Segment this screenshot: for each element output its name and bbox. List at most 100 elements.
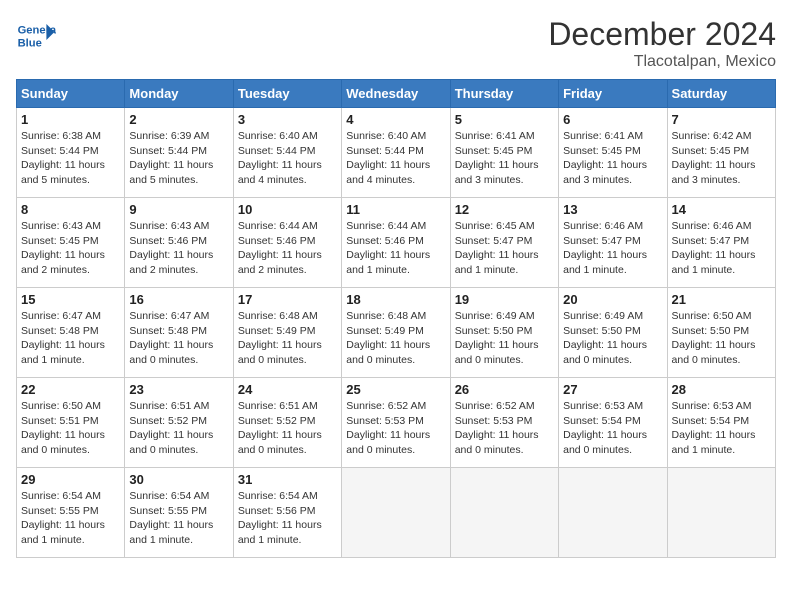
- day-number: 24: [238, 382, 337, 397]
- day-info: Sunrise: 6:54 AMSunset: 5:55 PMDaylight:…: [21, 489, 120, 548]
- day-number: 17: [238, 292, 337, 307]
- day-info: Sunrise: 6:52 AMSunset: 5:53 PMDaylight:…: [455, 399, 554, 458]
- day-number: 2: [129, 112, 228, 127]
- day-info: Sunrise: 6:45 AMSunset: 5:47 PMDaylight:…: [455, 219, 554, 278]
- day-header-sunday: Sunday: [17, 80, 125, 108]
- calendar-cell: [667, 468, 775, 558]
- day-number: 5: [455, 112, 554, 127]
- day-info: Sunrise: 6:46 AMSunset: 5:47 PMDaylight:…: [672, 219, 771, 278]
- day-info: Sunrise: 6:50 AMSunset: 5:51 PMDaylight:…: [21, 399, 120, 458]
- logo: General Blue: [16, 16, 60, 56]
- day-info: Sunrise: 6:49 AMSunset: 5:50 PMDaylight:…: [563, 309, 662, 368]
- day-header-wednesday: Wednesday: [342, 80, 450, 108]
- calendar-cell: 25 Sunrise: 6:52 AMSunset: 5:53 PMDayligh…: [342, 378, 450, 468]
- calendar-cell: 9 Sunrise: 6:43 AMSunset: 5:46 PMDaylight…: [125, 198, 233, 288]
- day-number: 3: [238, 112, 337, 127]
- day-number: 21: [672, 292, 771, 307]
- calendar-cell: 1 Sunrise: 6:38 AMSunset: 5:44 PMDaylight…: [17, 108, 125, 198]
- day-info: Sunrise: 6:39 AMSunset: 5:44 PMDaylight:…: [129, 129, 228, 188]
- day-number: 9: [129, 202, 228, 217]
- day-info: Sunrise: 6:41 AMSunset: 5:45 PMDaylight:…: [455, 129, 554, 188]
- calendar-cell: 6Sunrise: 6:41 AMSunset: 5:45 PMDaylight…: [559, 108, 667, 198]
- day-info: Sunrise: 6:52 AMSunset: 5:53 PMDaylight:…: [346, 399, 445, 458]
- day-header-saturday: Saturday: [667, 80, 775, 108]
- calendar-cell: 22 Sunrise: 6:50 AMSunset: 5:51 PMDayligh…: [17, 378, 125, 468]
- day-number: 14: [672, 202, 771, 217]
- calendar-cell: 24 Sunrise: 6:51 AMSunset: 5:52 PMDayligh…: [233, 378, 341, 468]
- calendar-header-row: SundayMondayTuesdayWednesdayThursdayFrid…: [17, 80, 776, 108]
- day-number: 12: [455, 202, 554, 217]
- day-info: Sunrise: 6:47 AMSunset: 5:48 PMDaylight:…: [21, 309, 120, 368]
- day-header-thursday: Thursday: [450, 80, 558, 108]
- calendar-week-2: 8Sunrise: 6:43 AMSunset: 5:45 PMDaylight…: [17, 198, 776, 288]
- calendar-cell: 14 Sunrise: 6:46 AMSunset: 5:47 PMDayligh…: [667, 198, 775, 288]
- day-number: 8: [21, 202, 120, 217]
- calendar-cell: 17 Sunrise: 6:48 AMSunset: 5:49 PMDayligh…: [233, 288, 341, 378]
- calendar-cell: 2 Sunrise: 6:39 AMSunset: 5:44 PMDaylight…: [125, 108, 233, 198]
- day-info: Sunrise: 6:51 AMSunset: 5:52 PMDaylight:…: [129, 399, 228, 458]
- calendar-cell: 7 Sunrise: 6:42 AMSunset: 5:45 PMDaylight…: [667, 108, 775, 198]
- calendar-cell: 4 Sunrise: 6:40 AMSunset: 5:44 PMDaylight…: [342, 108, 450, 198]
- day-number: 26: [455, 382, 554, 397]
- calendar-cell: 31Sunrise: 6:54 AMSunset: 5:56 PMDayligh…: [233, 468, 341, 558]
- day-info: Sunrise: 6:38 AMSunset: 5:44 PMDaylight:…: [21, 129, 120, 188]
- day-header-friday: Friday: [559, 80, 667, 108]
- day-number: 31: [238, 472, 337, 487]
- day-info: Sunrise: 6:44 AMSunset: 5:46 PMDaylight:…: [238, 219, 337, 278]
- day-info: Sunrise: 6:49 AMSunset: 5:50 PMDaylight:…: [455, 309, 554, 368]
- calendar-cell: 11 Sunrise: 6:44 AMSunset: 5:46 PMDayligh…: [342, 198, 450, 288]
- day-number: 23: [129, 382, 228, 397]
- day-info: Sunrise: 6:42 AMSunset: 5:45 PMDaylight:…: [672, 129, 771, 188]
- day-number: 19: [455, 292, 554, 307]
- calendar-week-5: 29Sunrise: 6:54 AMSunset: 5:55 PMDayligh…: [17, 468, 776, 558]
- calendar-cell: [342, 468, 450, 558]
- title-area: December 2024 Tlacotalpan, Mexico: [548, 16, 776, 71]
- day-info: Sunrise: 6:40 AMSunset: 5:44 PMDaylight:…: [346, 129, 445, 188]
- day-info: Sunrise: 6:48 AMSunset: 5:49 PMDaylight:…: [238, 309, 337, 368]
- day-number: 15: [21, 292, 120, 307]
- calendar-cell: 26 Sunrise: 6:52 AMSunset: 5:53 PMDayligh…: [450, 378, 558, 468]
- day-header-monday: Monday: [125, 80, 233, 108]
- day-info: Sunrise: 6:41 AMSunset: 5:45 PMDaylight:…: [563, 129, 662, 188]
- calendar-cell: 3Sunrise: 6:40 AMSunset: 5:44 PMDaylight…: [233, 108, 341, 198]
- day-number: 27: [563, 382, 662, 397]
- calendar-cell: 23 Sunrise: 6:51 AMSunset: 5:52 PMDayligh…: [125, 378, 233, 468]
- calendar-table: SundayMondayTuesdayWednesdayThursdayFrid…: [16, 79, 776, 558]
- location-title: Tlacotalpan, Mexico: [548, 53, 776, 71]
- day-number: 22: [21, 382, 120, 397]
- day-number: 13: [563, 202, 662, 217]
- calendar-cell: 12 Sunrise: 6:45 AMSunset: 5:47 PMDayligh…: [450, 198, 558, 288]
- calendar-cell: 5 Sunrise: 6:41 AMSunset: 5:45 PMDaylight…: [450, 108, 558, 198]
- day-number: 18: [346, 292, 445, 307]
- calendar-cell: 28 Sunrise: 6:53 AMSunset: 5:54 PMDayligh…: [667, 378, 775, 468]
- calendar-cell: 15 Sunrise: 6:47 AMSunset: 5:48 PMDayligh…: [17, 288, 125, 378]
- day-number: 7: [672, 112, 771, 127]
- month-title: December 2024: [548, 16, 776, 53]
- calendar-cell: 29Sunrise: 6:54 AMSunset: 5:55 PMDayligh…: [17, 468, 125, 558]
- day-number: 10: [238, 202, 337, 217]
- day-info: Sunrise: 6:47 AMSunset: 5:48 PMDaylight:…: [129, 309, 228, 368]
- day-info: Sunrise: 6:44 AMSunset: 5:46 PMDaylight:…: [346, 219, 445, 278]
- day-number: 25: [346, 382, 445, 397]
- day-number: 16: [129, 292, 228, 307]
- calendar-cell: 10 Sunrise: 6:44 AMSunset: 5:46 PMDayligh…: [233, 198, 341, 288]
- calendar-cell: 20Sunrise: 6:49 AMSunset: 5:50 PMDayligh…: [559, 288, 667, 378]
- logo-icon: General Blue: [16, 16, 56, 56]
- calendar-week-1: 1 Sunrise: 6:38 AMSunset: 5:44 PMDaylight…: [17, 108, 776, 198]
- day-number: 4: [346, 112, 445, 127]
- day-info: Sunrise: 6:46 AMSunset: 5:47 PMDaylight:…: [563, 219, 662, 278]
- day-info: Sunrise: 6:43 AMSunset: 5:46 PMDaylight:…: [129, 219, 228, 278]
- header: General Blue December 2024 Tlacotalpan, …: [16, 16, 776, 71]
- day-info: Sunrise: 6:54 AMSunset: 5:55 PMDaylight:…: [129, 489, 228, 548]
- calendar-week-4: 22 Sunrise: 6:50 AMSunset: 5:51 PMDayligh…: [17, 378, 776, 468]
- day-info: Sunrise: 6:51 AMSunset: 5:52 PMDaylight:…: [238, 399, 337, 458]
- svg-text:Blue: Blue: [18, 37, 42, 49]
- calendar-cell: 13 Sunrise: 6:46 AMSunset: 5:47 PMDayligh…: [559, 198, 667, 288]
- day-number: 11: [346, 202, 445, 217]
- day-number: 30: [129, 472, 228, 487]
- day-number: 1: [21, 112, 120, 127]
- day-info: Sunrise: 6:53 AMSunset: 5:54 PMDaylight:…: [672, 399, 771, 458]
- day-number: 28: [672, 382, 771, 397]
- calendar-cell: 30 Sunrise: 6:54 AMSunset: 5:55 PMDayligh…: [125, 468, 233, 558]
- calendar-cell: 21Sunrise: 6:50 AMSunset: 5:50 PMDayligh…: [667, 288, 775, 378]
